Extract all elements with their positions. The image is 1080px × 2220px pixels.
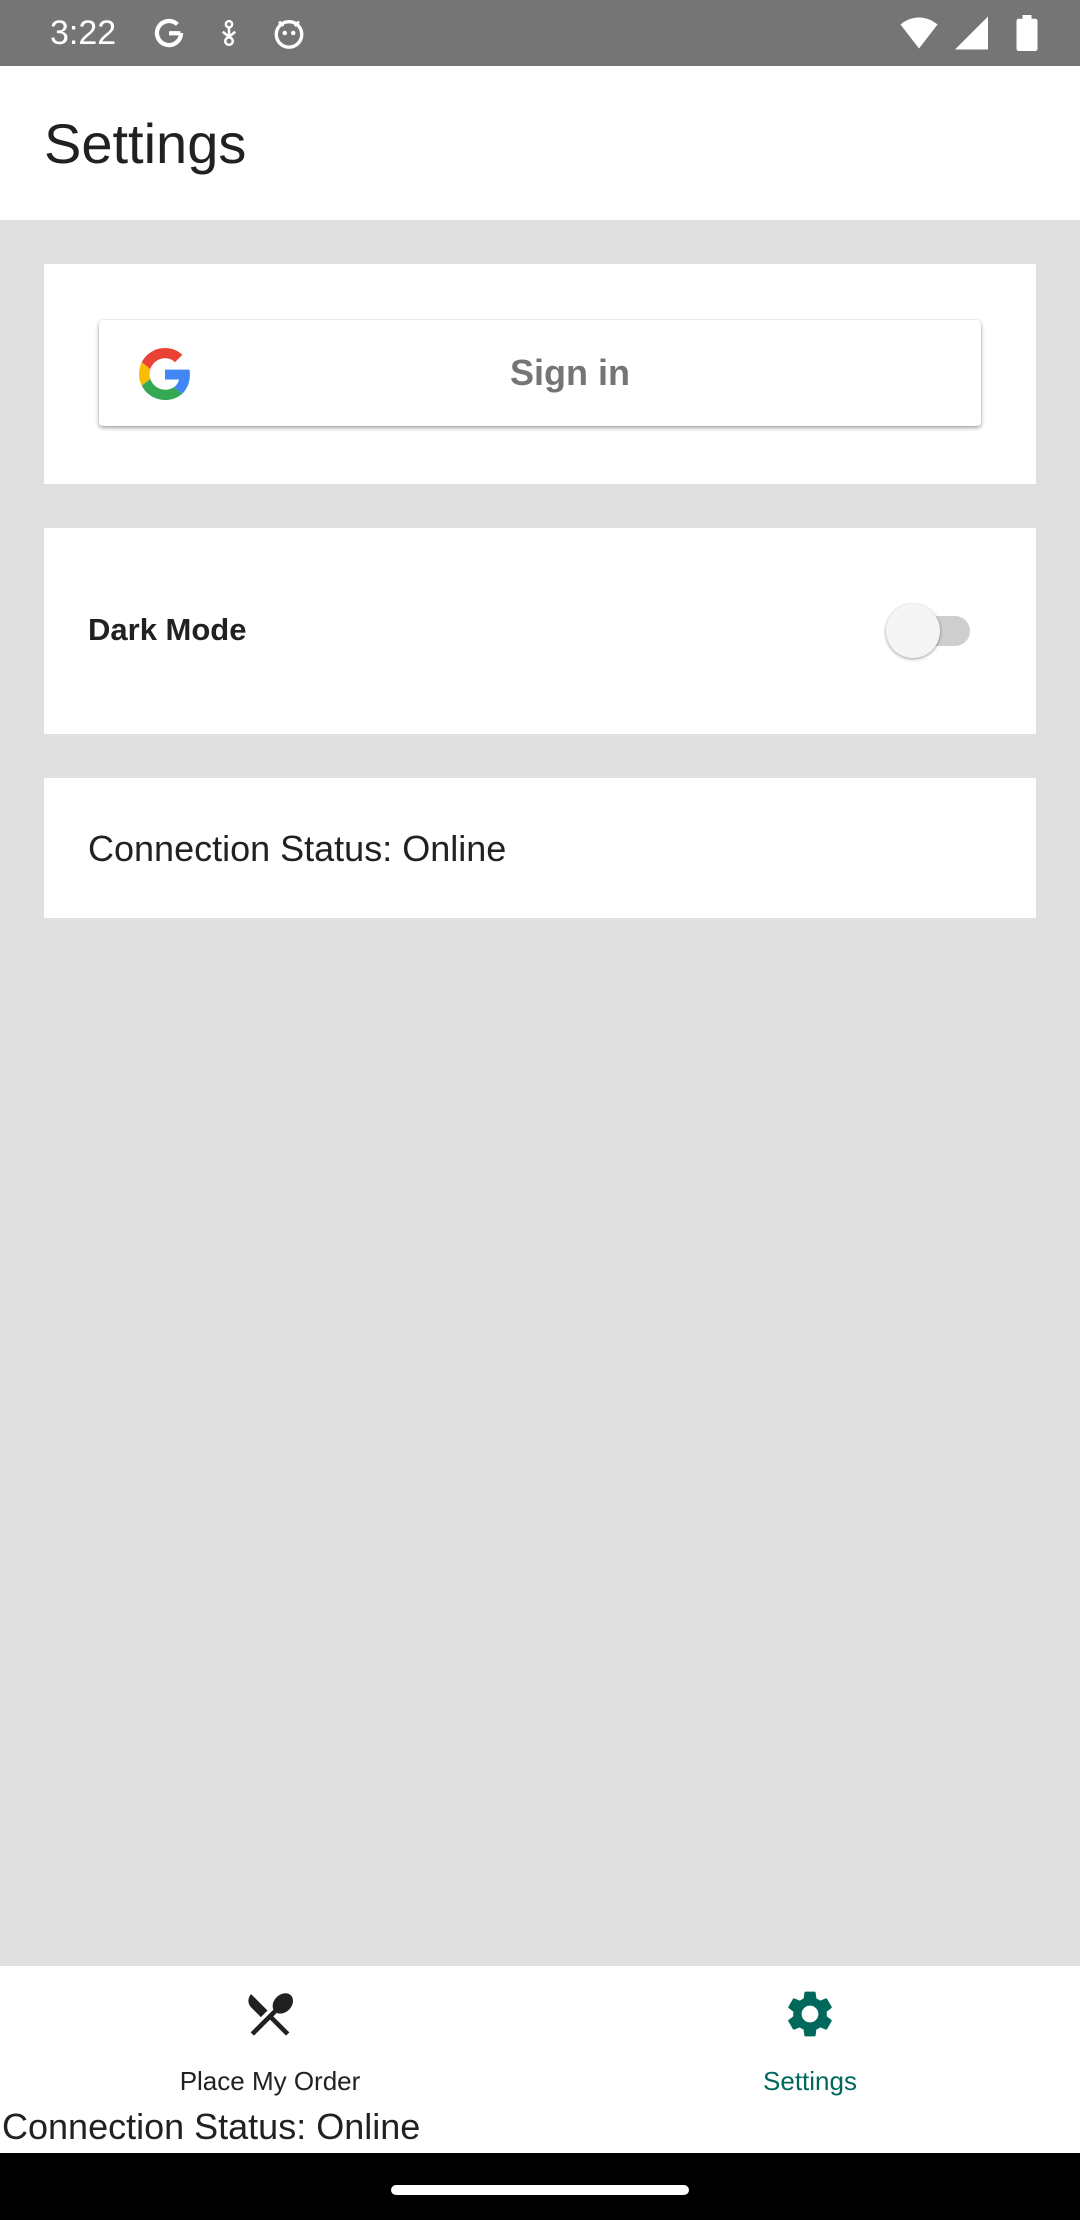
dark-mode-toggle[interactable] [876, 600, 996, 660]
nav-label-place-my-order: Place My Order [179, 2066, 361, 2096]
dark-mode-label: Dark Mode [88, 612, 247, 647]
nav-label-settings: Settings [763, 2066, 857, 2096]
footer-connection-status: Connection Status: Online [0, 2101, 1080, 2153]
nav-item-settings[interactable]: Settings [540, 1966, 1080, 2101]
sign-in-label: Sign in [510, 352, 630, 393]
gear-icon [788, 1991, 832, 2037]
system-navigation-bar [0, 2153, 1080, 2220]
toggle-thumb [886, 604, 940, 658]
connection-status-card: Connection Status: Online [44, 778, 1036, 918]
google-g-icon [150, 14, 188, 52]
page-title: Settings [44, 112, 247, 175]
cell-signal-icon [954, 14, 992, 52]
fork-knife-icon [248, 1993, 294, 2036]
signin-card: Sign in [44, 264, 1036, 484]
usb-debug-icon [210, 14, 248, 52]
status-notification-icons [150, 14, 308, 52]
battery-icon [1008, 14, 1046, 52]
android-face-icon [270, 14, 308, 52]
wifi-icon [900, 14, 938, 52]
status-time: 3:22 [50, 14, 117, 52]
status-system-icons [900, 14, 1046, 52]
app-bar: Settings [0, 66, 1080, 220]
google-sign-in-button[interactable]: Sign in [99, 320, 981, 426]
connection-status-text: Connection Status: Online [88, 828, 507, 869]
dark-mode-card: Dark Mode [44, 528, 1036, 734]
bottom-navigation: Place My Order Settings [0, 1966, 1080, 2101]
status-bar: 3:22 [0, 0, 1080, 66]
gesture-handle[interactable] [391, 2185, 689, 2195]
nav-item-place-my-order[interactable]: Place My Order [0, 1966, 540, 2101]
